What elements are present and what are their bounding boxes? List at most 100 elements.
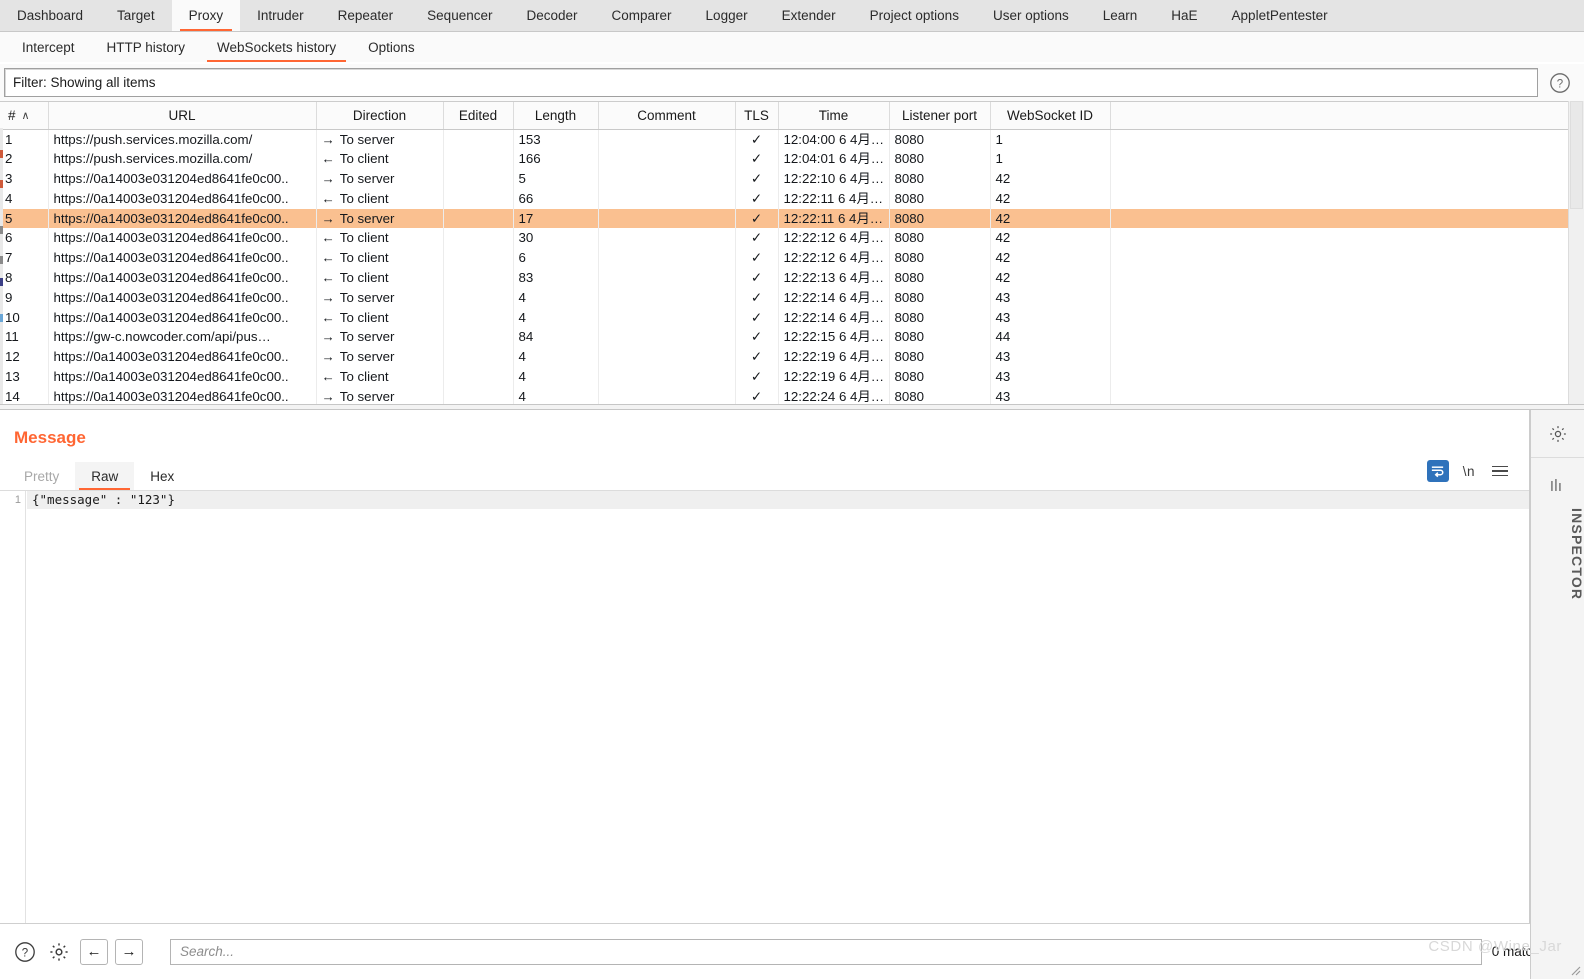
table-header-time[interactable]: Time xyxy=(778,102,890,130)
question-mark-circle-icon[interactable]: ? xyxy=(12,939,38,965)
inspector-label[interactable]: INSPECTOR xyxy=(1531,508,1584,600)
direction-label: To server xyxy=(339,388,395,404)
sliders-icon[interactable] xyxy=(1531,478,1584,494)
table-row[interactable]: 4 https://0a14003e031204ed8641fe0c00.. ← To… xyxy=(0,188,1584,209)
proxy-sub-tab-websockets-history[interactable]: WebSockets history xyxy=(201,32,352,62)
search-next-button[interactable]: → xyxy=(115,938,143,965)
message-tab-pretty[interactable]: Pretty xyxy=(8,462,75,490)
main-tab-logger[interactable]: Logger xyxy=(689,0,765,31)
search-prev-button[interactable]: ← xyxy=(80,938,108,965)
newline-icon[interactable]: \n xyxy=(1463,464,1475,479)
table-row[interactable]: 1 https://push.services.mozilla.com/→ To s… xyxy=(0,129,1584,150)
gear-icon[interactable] xyxy=(46,939,72,965)
table-cell-url: https://0a14003e031204ed8641fe0c00.. xyxy=(48,248,317,269)
table-cell-edited xyxy=(443,367,514,387)
direction-label: To server xyxy=(339,210,395,226)
scrollbar-thumb[interactable] xyxy=(1570,101,1583,209)
question-mark-circle-icon[interactable]: ? xyxy=(1547,70,1573,96)
table-cell-num: 10 xyxy=(0,307,49,328)
main-tab-sequencer[interactable]: Sequencer xyxy=(410,0,509,31)
table-cell-time: 12:22:11 6 4月… xyxy=(778,188,890,209)
main-tab-extender[interactable]: Extender xyxy=(765,0,853,31)
proxy-sub-tab-bar: Intercept HTTP history WebSockets history O… xyxy=(0,32,1584,62)
tls-check-icon: ✓ xyxy=(735,248,779,269)
gear-icon[interactable] xyxy=(1531,410,1584,458)
table-row[interactable]: 13 https://0a14003e031204ed8641fe0c00.. ← T… xyxy=(0,367,1584,387)
search-placeholder: Search... xyxy=(180,944,235,959)
resize-grip-icon[interactable] xyxy=(1569,964,1581,976)
direction-arrow-icon: → xyxy=(321,289,335,305)
main-tab-decoder[interactable]: Decoder xyxy=(509,0,594,31)
table-header-url[interactable]: URL xyxy=(48,102,317,130)
table-header-num[interactable]: # ∧ xyxy=(0,102,49,130)
main-tab-comparer[interactable]: Comparer xyxy=(595,0,689,31)
table-row[interactable]: 11 https://gw-c.nowcoder.com/api/pus… → To … xyxy=(0,327,1584,348)
direction-label: To server xyxy=(339,131,395,147)
main-tab-target[interactable]: Target xyxy=(100,0,172,31)
main-tab-appletpentester[interactable]: AppletPentester xyxy=(1215,0,1345,31)
main-tab-dashboard[interactable]: Dashboard xyxy=(0,0,100,31)
main-tab-hae[interactable]: HaE xyxy=(1154,0,1214,31)
table-cell-port: 8080 xyxy=(889,169,991,189)
table-header-comment[interactable]: Comment xyxy=(598,102,736,130)
main-tab-intruder[interactable]: Intruder xyxy=(240,0,321,31)
table-header-filler xyxy=(1110,102,1584,130)
search-input[interactable]: Search... xyxy=(170,938,1482,965)
main-tab-user-options[interactable]: User options xyxy=(976,0,1086,31)
proxy-sub-tab-intercept[interactable]: Intercept xyxy=(6,32,91,62)
message-editor[interactable]: 1 {"message" : "123"} xyxy=(0,490,1529,923)
proxy-sub-tab-options[interactable]: Options xyxy=(352,32,431,62)
word-wrap-icon[interactable] xyxy=(1426,460,1449,482)
table-cell-port: 8080 xyxy=(889,208,991,229)
table-cell-direction: → To server xyxy=(316,129,444,150)
table-cell-filler xyxy=(1110,327,1584,347)
table-row[interactable]: 12 https://0a14003e031204ed8641fe0c00.. → T… xyxy=(0,347,1584,368)
direction-arrow-icon: → xyxy=(321,210,335,226)
filter-bar[interactable]: Filter: Showing all items xyxy=(4,68,1538,97)
table-row[interactable]: 5 https://0a14003e031204ed8641fe0c00.. → To… xyxy=(0,208,1584,229)
table-cell-wsid: 44 xyxy=(990,327,1111,348)
table-cell-length: 6 xyxy=(513,248,599,269)
editor-code-area[interactable]: {"message" : "123"} xyxy=(27,491,1529,923)
table-header-wsid[interactable]: WebSocket ID xyxy=(990,102,1111,130)
menu-icon[interactable] xyxy=(1489,460,1511,482)
table-cell-edited xyxy=(443,248,514,269)
table-cell-num: 8 xyxy=(0,268,49,288)
message-tab-raw[interactable]: Raw xyxy=(75,462,135,490)
svg-text:?: ? xyxy=(22,947,28,959)
direction-arrow-icon: ← xyxy=(321,151,335,167)
table-header-edited[interactable]: Edited xyxy=(443,102,514,130)
table-cell-url: https://0a14003e031204ed8641fe0c00.. xyxy=(48,208,317,229)
table-row[interactable]: 3 https://0a14003e031204ed8641fe0c00.. → To… xyxy=(0,169,1584,189)
main-tab-repeater[interactable]: Repeater xyxy=(321,0,411,31)
table-left-scroll-strip[interactable] xyxy=(0,128,3,406)
table-cell-filler xyxy=(1110,248,1584,268)
table-cell-edited xyxy=(443,347,514,368)
table-vertical-scrollbar[interactable] xyxy=(1568,101,1584,407)
direction-arrow-icon: ← xyxy=(321,250,335,266)
table-cell-port: 8080 xyxy=(889,188,991,209)
main-tab-proxy[interactable]: Proxy xyxy=(171,0,241,31)
table-cell-time: 12:22:12 6 4月… xyxy=(778,228,890,249)
table-cell-time: 12:22:13 6 4月… xyxy=(778,268,890,288)
table-row[interactable]: 10 https://0a14003e031204ed8641fe0c00.. ← T… xyxy=(0,307,1584,328)
main-tab-learn[interactable]: Learn xyxy=(1086,0,1155,31)
table-row[interactable]: 2 https://push.services.mozilla.com/← To c… xyxy=(0,149,1584,170)
table-header-length[interactable]: Length xyxy=(513,102,599,130)
table-cell-filler xyxy=(1110,367,1584,387)
table-row[interactable]: 8 https://0a14003e031204ed8641fe0c00.. ← To… xyxy=(0,268,1584,288)
table-row[interactable]: 6 https://0a14003e031204ed8641fe0c00.. ← To… xyxy=(0,228,1584,249)
table-header-direction[interactable]: Direction xyxy=(316,102,444,130)
proxy-sub-tab-http-history[interactable]: HTTP history xyxy=(91,32,202,62)
direction-arrow-icon: → xyxy=(321,349,335,365)
direction-label: To client xyxy=(339,270,389,286)
table-cell-comment xyxy=(598,327,736,348)
message-tab-hex[interactable]: Hex xyxy=(134,462,190,490)
table-header-port[interactable]: Listener port xyxy=(889,102,991,130)
table-cell-wsid: 42 xyxy=(990,169,1111,189)
main-tab-project-options[interactable]: Project options xyxy=(853,0,976,31)
table-row[interactable]: 7 https://0a14003e031204ed8641fe0c00.. ← To… xyxy=(0,248,1584,269)
table-cell-num: 12 xyxy=(0,347,49,368)
table-row[interactable]: 9 https://0a14003e031204ed8641fe0c00.. → To… xyxy=(0,287,1584,308)
table-header-tls[interactable]: TLS xyxy=(735,102,779,130)
